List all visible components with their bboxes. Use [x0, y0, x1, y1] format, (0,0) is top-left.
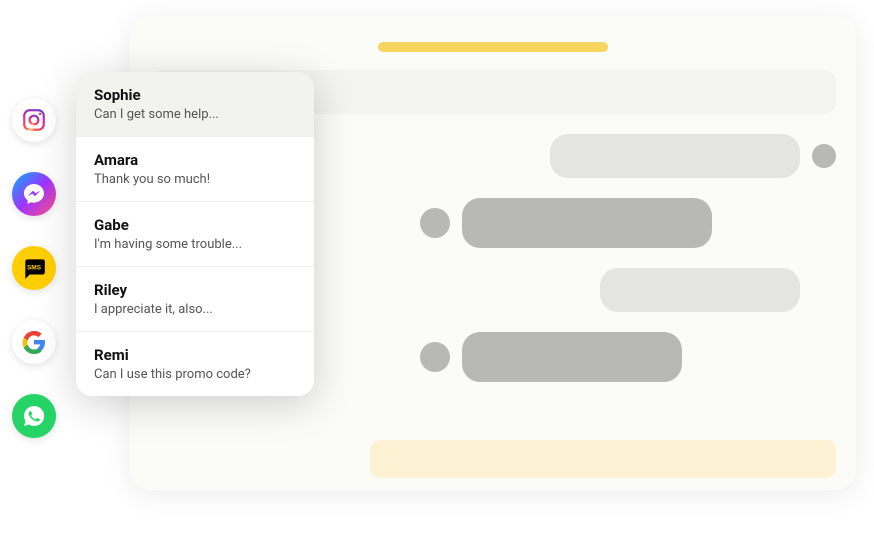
sms-icon[interactable]: SMS	[12, 246, 56, 290]
conversation-name: Riley	[94, 281, 296, 299]
conversation-list: Sophie Can I get some help... Amara Than…	[76, 72, 314, 396]
channel-icon-column: SMS	[12, 98, 56, 438]
message-input-placeholder[interactable]	[370, 440, 836, 478]
conversation-name: Remi	[94, 346, 296, 364]
message-bubble	[550, 134, 800, 178]
conversation-item[interactable]: Gabe I'm having some trouble...	[76, 202, 314, 267]
whatsapp-icon[interactable]	[12, 394, 56, 438]
conversation-preview: I'm having some trouble...	[94, 237, 296, 252]
panel-header	[150, 42, 836, 52]
avatar-placeholder	[812, 144, 836, 168]
google-icon[interactable]	[12, 320, 56, 364]
conversation-item[interactable]: Amara Thank you so much!	[76, 137, 314, 202]
conversation-name: Sophie	[94, 86, 296, 104]
messenger-icon[interactable]	[12, 172, 56, 216]
conversation-name: Amara	[94, 151, 296, 169]
message-bubble	[600, 268, 800, 312]
conversation-item[interactable]: Riley I appreciate it, also...	[76, 267, 314, 332]
conversation-preview: Can I use this promo code?	[94, 367, 296, 382]
conversation-item[interactable]: Sophie Can I get some help...	[76, 72, 314, 137]
conversation-name: Gabe	[94, 216, 296, 234]
conversation-preview: Can I get some help...	[94, 107, 296, 122]
conversation-preview: Thank you so much!	[94, 172, 296, 187]
avatar-placeholder	[420, 208, 450, 238]
message-bubble	[462, 332, 682, 382]
message-bubble	[462, 198, 712, 248]
conversation-item[interactable]: Remi Can I use this promo code?	[76, 332, 314, 396]
instagram-icon[interactable]	[12, 98, 56, 142]
svg-text:SMS: SMS	[27, 265, 42, 272]
avatar-placeholder	[420, 342, 450, 372]
header-accent-bar	[378, 42, 608, 52]
conversation-preview: I appreciate it, also...	[94, 302, 296, 317]
